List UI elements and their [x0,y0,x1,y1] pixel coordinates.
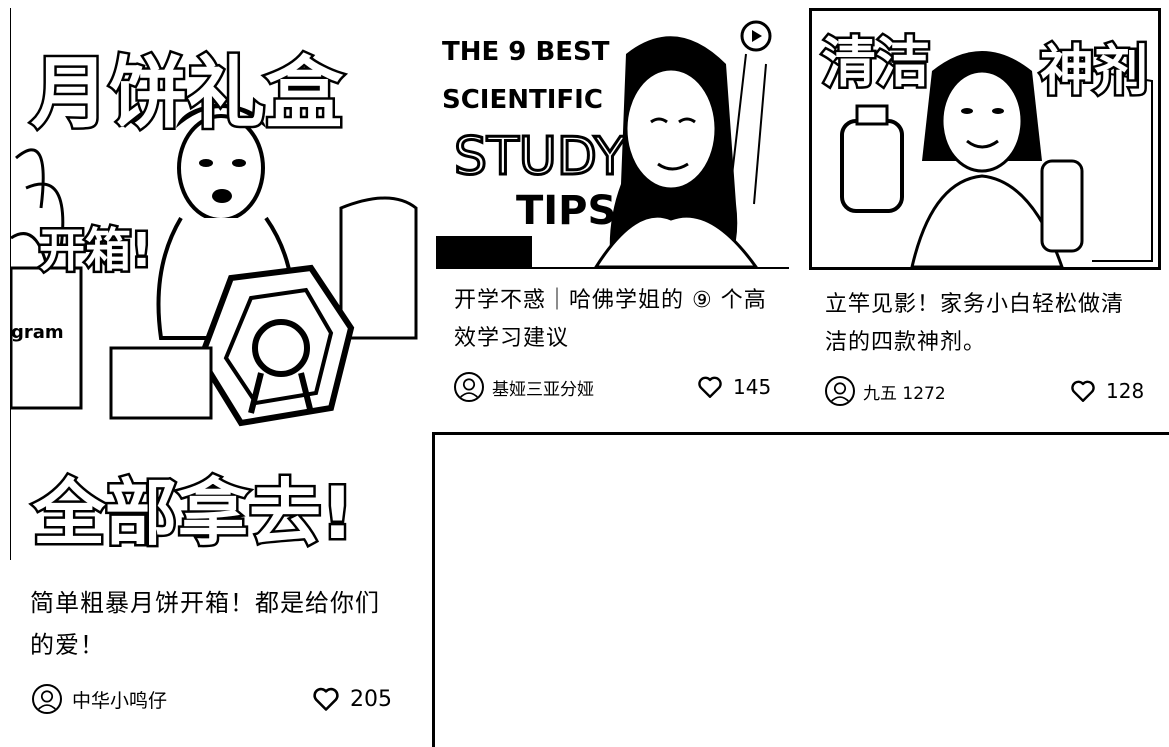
cover-label-open: 开箱! [39,223,152,277]
author-row[interactable]: 基娅三亚分娅 [454,372,594,402]
cover-side-text: gram [11,322,64,343]
author-row[interactable]: 九五 1272 [825,376,946,406]
cover-title-bottom: 全部拿去! [32,471,354,555]
note-title[interactable]: 简单粗暴月饼开箱！都是给你们的爱！ [30,582,395,666]
cover-illustration: 清洁 神剂 [812,11,1158,267]
author-name[interactable]: 基娅三亚分娅 [492,375,594,400]
note-title[interactable]: 立竿见影！家务小白轻松做清洁的四款神剂。 [825,286,1145,362]
avatar-icon[interactable] [454,372,484,402]
like-button[interactable]: 128 [1070,376,1144,406]
cover-title-left: 清洁 [822,31,930,94]
like-count: 205 [350,686,392,712]
note-card-3[interactable]: 清洁 神剂 立竿见影！家务小白轻松做清洁的四款神剂。 九五 1272 128 [805,0,1169,420]
cover-line-2: SCIENTIFIC [442,85,603,115]
heart-icon[interactable] [312,686,340,712]
author-row[interactable]: 中华小鸣仔 [32,684,167,714]
cover-title-top: 月饼礼盒 [31,49,344,139]
like-button[interactable]: 205 [312,684,392,714]
empty-card-slot [432,432,1169,747]
cover-title-right: 神剂 [1040,39,1148,102]
like-count: 128 [1106,379,1145,403]
note-card-1[interactable]: 月饼礼盒 开箱! gram 全部拿去! 简单粗暴月饼开箱！都是给你们的爱！ 中华… [0,0,425,747]
cover-line-3: STUDY [454,127,626,187]
note-cover-image[interactable]: THE 9 BEST SCIENTIFIC STUDY TIPS [436,4,789,269]
avatar-icon[interactable] [825,376,855,406]
note-cover-image[interactable]: 月饼礼盒 开箱! gram 全部拿去! [10,8,421,560]
note-title[interactable]: 开学不惑｜哈佛学姐的 ⑨ 个高效学习建议 [454,282,784,358]
feed-page: 月饼礼盒 开箱! gram 全部拿去! 简单粗暴月饼开箱！都是给你们的爱！ 中华… [0,0,1169,747]
author-name[interactable]: 九五 1272 [863,379,946,404]
heart-icon[interactable] [697,375,723,399]
note-card-2[interactable]: THE 9 BEST SCIENTIFIC STUDY TIPS 开学不惑｜哈佛… [432,0,797,420]
cover-line-1: THE 9 BEST [442,37,610,67]
like-count: 145 [733,375,772,399]
cover-line-4: TIPS [516,188,616,234]
heart-icon[interactable] [1070,379,1096,403]
like-button[interactable]: 145 [697,372,771,402]
author-name[interactable]: 中华小鸣仔 [72,686,167,713]
cover-illustration: THE 9 BEST SCIENTIFIC STUDY TIPS [436,4,789,267]
avatar-icon[interactable] [32,684,62,714]
note-cover-image[interactable]: 清洁 神剂 [809,8,1161,270]
cover-illustration: 月饼礼盒 开箱! gram 全部拿去! [11,8,421,560]
